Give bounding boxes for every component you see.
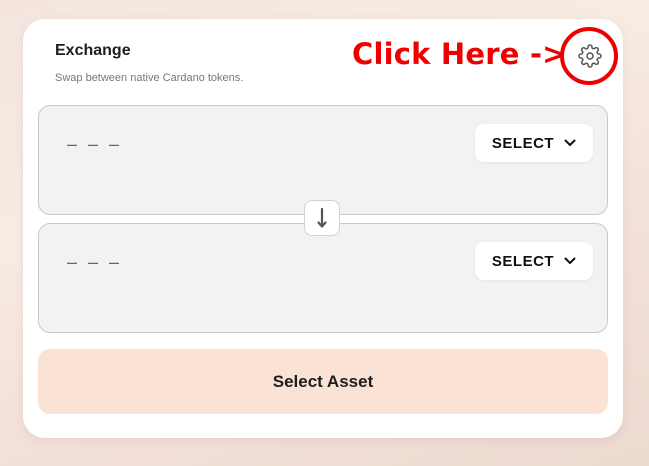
select-label: SELECT bbox=[491, 134, 555, 152]
click-here-annotation: Click Here -> bbox=[352, 37, 567, 71]
to-amount-input[interactable]: – – – bbox=[67, 252, 122, 273]
exchange-card: Exchange Swap between native Cardano tok… bbox=[23, 19, 623, 438]
chevron-down-icon bbox=[564, 257, 576, 264]
settings-button[interactable] bbox=[576, 42, 604, 70]
from-amount-input[interactable]: – – – bbox=[67, 134, 122, 155]
gear-icon bbox=[578, 44, 602, 68]
page-title: Exchange bbox=[55, 42, 131, 59]
to-token-panel: – – – SELECT bbox=[38, 223, 608, 333]
chevron-down-icon bbox=[564, 139, 576, 146]
from-token-select-button[interactable]: SELECT bbox=[475, 124, 593, 162]
from-token-panel: – – – SELECT bbox=[38, 105, 608, 215]
page-subtitle: Swap between native Cardano tokens. bbox=[55, 72, 244, 84]
select-asset-button[interactable]: Select Asset bbox=[38, 349, 608, 414]
to-token-select-button[interactable]: SELECT bbox=[475, 242, 593, 280]
arrow-down-icon bbox=[317, 207, 327, 228]
select-label: SELECT bbox=[491, 252, 555, 270]
swap-direction-button[interactable] bbox=[304, 200, 340, 236]
select-asset-label: Select Asset bbox=[272, 371, 374, 391]
